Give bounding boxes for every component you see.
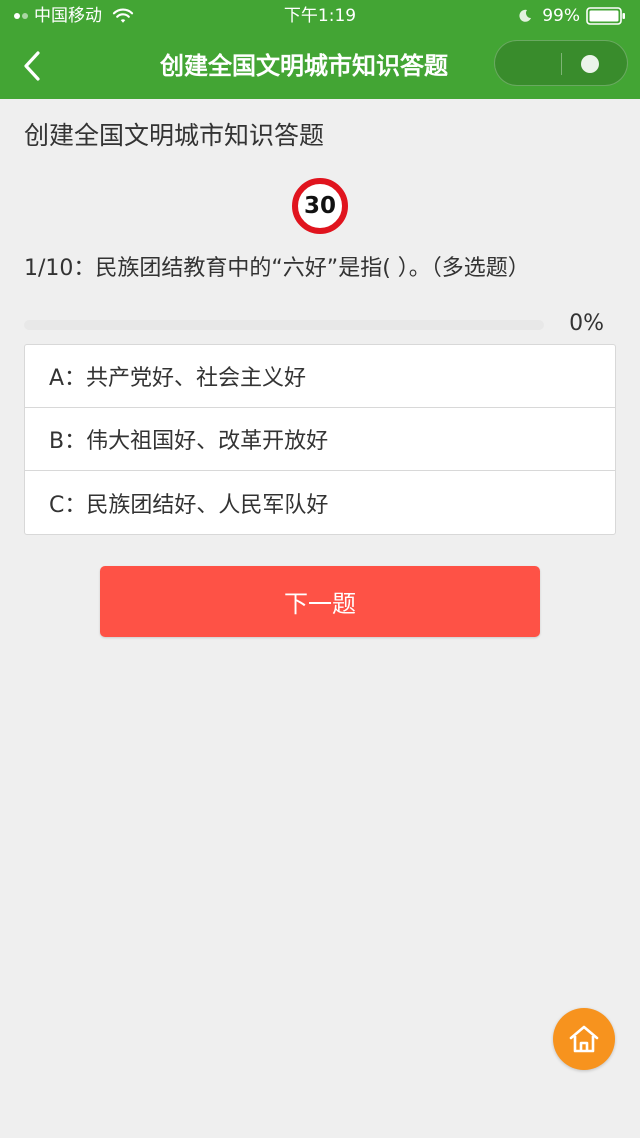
progress-percent: 0% xyxy=(569,311,604,336)
nav-title: 创建全国文明城市知识答题 xyxy=(160,52,448,80)
status-bar: 中国移动 下午1:19 99% xyxy=(0,0,640,32)
battery-icon xyxy=(586,7,625,25)
nav-bar: 创建全国文明城市知识答题 xyxy=(0,32,640,99)
capsule-divider xyxy=(561,53,562,75)
top-bar: 中国移动 下午1:19 99% 创建全国文明城市知识答题 xyxy=(0,0,640,99)
close-capsule-icon[interactable] xyxy=(581,55,599,73)
moon-icon xyxy=(519,9,532,22)
mini-program-capsule xyxy=(494,40,628,86)
home-button[interactable] xyxy=(553,1008,615,1070)
home-icon xyxy=(569,1025,599,1053)
option-b[interactable]: B：伟大祖国好、改革开放好 xyxy=(25,408,615,471)
question-text: 1/10：民族团结教育中的“六好”是指( ）。（多选题） xyxy=(24,256,530,281)
page-title: 创建全国文明城市知识答题 xyxy=(24,121,325,150)
progress-bar xyxy=(24,320,544,330)
option-a[interactable]: A：共产党好、社会主义好 xyxy=(25,345,615,408)
status-right: 99% xyxy=(518,5,626,27)
more-options-button[interactable] xyxy=(507,41,557,85)
chevron-left-icon[interactable] xyxy=(18,48,46,84)
next-question-button[interactable]: 下一题 xyxy=(100,566,540,637)
battery-percent: 99% xyxy=(542,6,580,26)
options-list: A：共产党好、社会主义好 B：伟大祖国好、改革开放好 C：民族团结好、人民军队好 xyxy=(24,344,616,535)
option-c[interactable]: C：民族团结好、人民军队好 xyxy=(25,471,615,534)
countdown-timer: 30 xyxy=(292,178,348,234)
